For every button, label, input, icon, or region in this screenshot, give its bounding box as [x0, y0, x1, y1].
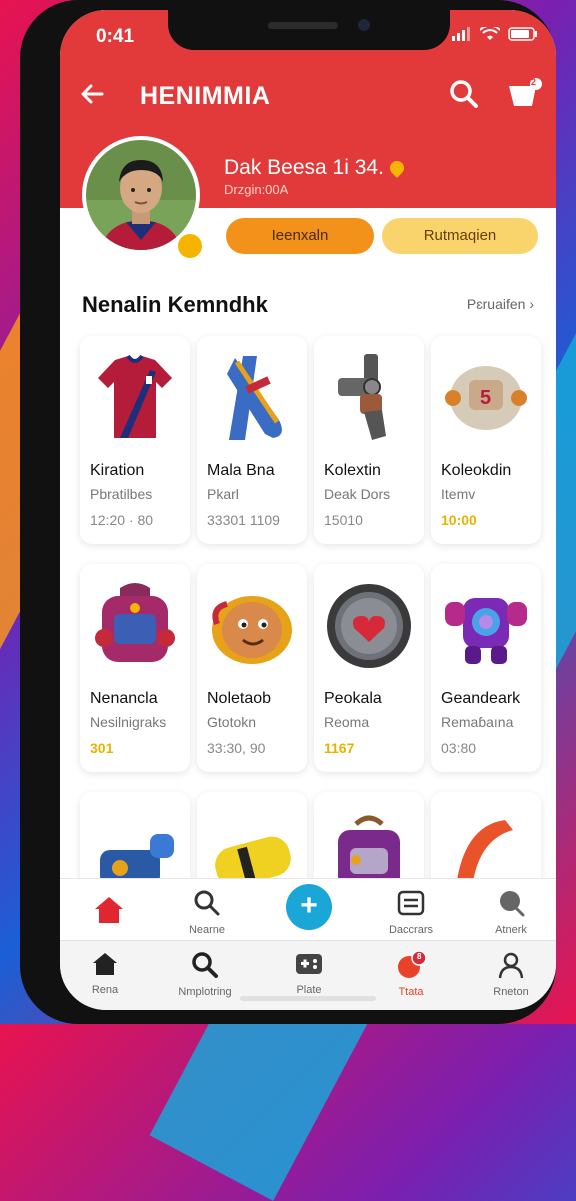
shield-icon	[327, 584, 411, 668]
backpack-icon	[95, 583, 175, 662]
item-card[interactable]: Peokala Reoma 1167	[314, 564, 424, 772]
profile-name-text: Dak Beesa 1i 34.	[224, 156, 384, 179]
item-subtitle: Deak Dors	[324, 486, 391, 502]
item-meta: 33:30, 90	[207, 740, 266, 756]
item-title: Peokala	[324, 690, 382, 707]
section-see-all-link[interactable]: Pɛruaifen ›	[467, 296, 534, 312]
chevron-right-icon: ›	[529, 296, 534, 312]
secondary-action-button[interactable]: Rutmaqien	[382, 218, 538, 254]
section-title: Nenalin Kemndhk	[82, 292, 268, 317]
arrow-left-icon	[81, 84, 104, 104]
profile-name: Dak Beesa 1i 34.	[224, 156, 407, 180]
wifi-icon	[480, 27, 500, 40]
player-portrait-icon	[86, 140, 196, 250]
mascot-icon	[212, 596, 292, 664]
search-icon	[500, 891, 525, 917]
notification-badge: 8	[417, 952, 422, 961]
item-meta: 12:20 · 80	[90, 512, 154, 528]
nav-search[interactable]: Nearne	[172, 889, 242, 936]
item-card[interactable]: Geandeark Remaɓaına 03:80	[431, 564, 541, 772]
user-icon	[498, 952, 524, 979]
nav-label: Atnerk	[495, 924, 527, 936]
back-button[interactable]	[78, 80, 106, 115]
app-title: HENIMMIA	[140, 82, 271, 110]
nav-alert[interactable]: Atnerk	[476, 889, 546, 936]
home-icon	[93, 953, 117, 975]
nav-label: Nearne	[188, 924, 226, 936]
search-button[interactable]	[448, 78, 480, 115]
tab-label: Plate	[296, 984, 322, 996]
tab-label: Rneton	[493, 986, 529, 998]
item-subtitle: Reoma	[324, 714, 370, 730]
item-subtitle: Nesilnigraks	[90, 714, 167, 730]
item-subtitle: Itemv	[441, 486, 476, 502]
verified-badge	[176, 232, 204, 260]
item-meta: 15010	[324, 512, 363, 528]
robot-arm-icon	[338, 354, 386, 440]
tab-profile[interactable]: Rneton	[476, 951, 546, 998]
list-icon	[397, 890, 425, 916]
item-title: Koleokdin	[441, 462, 512, 479]
item-card[interactable]: Kiration Pbratilbes 12:20 · 80	[80, 336, 190, 544]
svg-text:5: 5	[480, 387, 491, 409]
item-subtitle: Remaɓaına	[441, 714, 514, 730]
cart-badge: 2	[531, 77, 537, 87]
tab-explore[interactable]: Nmplotring	[170, 951, 240, 998]
cart-button[interactable]: 2	[506, 77, 542, 117]
tab-play[interactable]: Plate	[274, 951, 344, 996]
item-title: Geandeark	[441, 690, 521, 707]
item-card[interactable]: Kolextin Deak Dors 15010	[314, 336, 424, 544]
item-title: Noletaob	[207, 690, 272, 707]
plus-icon: +	[300, 889, 318, 922]
item-meta: 33301 1109	[207, 512, 280, 528]
signal-icon	[452, 27, 470, 41]
item-subtitle: Pkarl	[207, 486, 239, 502]
home-indicator[interactable]	[240, 996, 376, 1001]
phone-frame: 0:41 HENIMMIA 2 Dak Beesa 1i 34. Drzgin:…	[20, 0, 556, 1024]
scarf-icon	[227, 356, 282, 440]
see-all-label: Pɛruaifen	[466, 296, 526, 312]
nav-list[interactable]: Daccrars	[376, 889, 446, 936]
item-card[interactable]: 5 Koleokdin Itemv 10:00	[431, 336, 541, 544]
item-subtitle: Gtotokn	[207, 714, 257, 730]
tab-notifications[interactable]: 8 Ttata	[376, 950, 446, 998]
item-meta: 301	[90, 740, 114, 756]
item-meta: 1167	[324, 740, 355, 756]
item-meta: 10:00	[441, 512, 477, 528]
notch	[168, 10, 450, 50]
battery-icon	[508, 27, 537, 41]
item-subtitle: Pbratilbes	[90, 486, 153, 502]
armor-icon	[445, 598, 527, 664]
jersey-icon	[98, 354, 172, 438]
tab-label: Nmplotring	[178, 986, 232, 998]
item-meta: 03:80	[441, 740, 477, 756]
tab-home[interactable]: Rena	[70, 951, 140, 996]
search-icon	[194, 890, 220, 916]
status-time: 0:41	[96, 26, 135, 47]
search-icon	[450, 80, 478, 108]
item-card[interactable]: Nenancla Nesilnigraks 301	[80, 564, 190, 772]
item-card[interactable]: Noletaob Gtotokn 33:30, 90	[197, 564, 307, 772]
gamepad-icon	[296, 954, 322, 974]
status-icons	[452, 27, 538, 41]
item-title: Nenancla	[90, 690, 158, 707]
profile-subtitle: Drzgin:00A	[224, 182, 289, 197]
app-screen: 0:41 HENIMMIA 2 Dak Beesa 1i 34. Drzgin:…	[60, 10, 556, 1010]
cart-icon	[509, 78, 542, 106]
nav-label: Daccrars	[388, 924, 433, 936]
add-button[interactable]: +	[286, 884, 332, 930]
helmet-icon: 5	[445, 366, 527, 430]
tab-label: Rena	[91, 984, 119, 996]
item-title: Kolextin	[324, 462, 381, 479]
primary-action-button[interactable]: Ieenxaln	[226, 218, 374, 254]
item-title: Mala Bna	[207, 462, 275, 479]
item-title: Kiration	[90, 462, 145, 479]
notification-icon	[398, 950, 427, 978]
search-icon	[192, 952, 218, 978]
nav-home[interactable]	[74, 895, 144, 930]
item-card[interactable]: Mala Bna Pkarl 33301 1109	[197, 336, 307, 544]
home-icon	[95, 897, 123, 923]
tab-label: Ttata	[398, 986, 424, 998]
location-pin-icon	[387, 158, 407, 179]
